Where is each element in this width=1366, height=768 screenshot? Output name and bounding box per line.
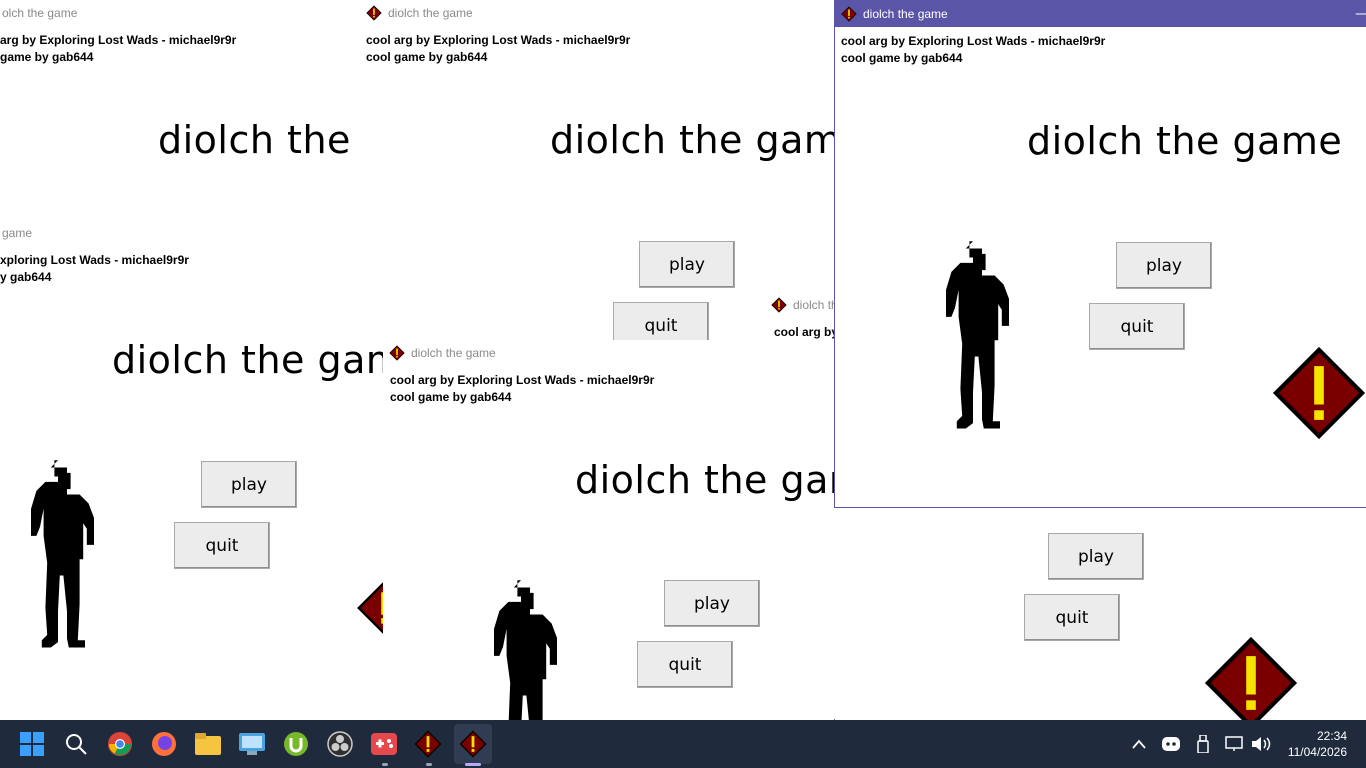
control-panel-icon[interactable]	[236, 728, 268, 760]
diolch-game-icon	[366, 5, 382, 21]
windows-start-icon[interactable]	[16, 728, 48, 760]
game-window-c: game — ◻ ✕ xploring Lost Wads - michael9…	[0, 220, 383, 720]
play-button[interactable]: play	[1048, 533, 1144, 580]
credits-text: cool arg by	[774, 325, 839, 339]
window-title: diolch the game	[388, 6, 473, 20]
game-controller-icon[interactable]	[368, 728, 400, 760]
quit-button[interactable]: quit	[637, 641, 733, 688]
warning-sign-icon	[1203, 635, 1299, 720]
silhouette-figure	[928, 239, 1018, 447]
warning-sign-icon	[1271, 345, 1366, 441]
clock-date[interactable]: 11/04/2026	[1280, 745, 1347, 759]
utorrent-icon[interactable]	[280, 728, 312, 760]
game-heading: diolch the game	[112, 338, 383, 382]
usb-drive-icon[interactable]	[1188, 728, 1218, 760]
firefox-icon[interactable]	[148, 728, 180, 760]
diolch-game-icon[interactable]	[412, 728, 444, 760]
minimize-icon[interactable]: —	[1339, 1, 1366, 27]
game-window-e: diolch the game cool arg by Exploring Lo…	[383, 340, 835, 720]
credits-text: xploring Lost Wads - michael9r9r y gab64…	[0, 253, 189, 284]
running-indicator	[426, 763, 432, 766]
game-heading: diolch the game	[575, 458, 835, 502]
quit-button[interactable]: quit	[1089, 303, 1185, 350]
window-titlebar[interactable]: game	[0, 220, 383, 246]
play-button[interactable]: play	[664, 580, 760, 627]
taskbar: 22:34 11/04/2026	[0, 720, 1366, 768]
quit-button[interactable]: quit	[174, 522, 270, 569]
running-indicator	[465, 763, 481, 766]
game-heading: diolch the game	[1027, 119, 1343, 163]
window-title: diolch the game	[863, 7, 948, 21]
game-window-active: diolch the game — cool arg by Exploring …	[834, 0, 1366, 508]
credits-text: cool arg by Exploring Lost Wads - michae…	[390, 373, 655, 404]
play-button[interactable]: play	[1116, 242, 1212, 289]
quit-button[interactable]: quit	[613, 302, 709, 340]
play-button[interactable]: play	[639, 241, 735, 288]
window-titlebar[interactable]: olch the game	[0, 0, 380, 26]
credits-text: cool arg by Exploring Lost Wads - michae…	[366, 33, 631, 64]
diolch-game-icon	[389, 345, 405, 361]
volume-icon[interactable]	[1246, 728, 1276, 760]
silhouette-figure	[13, 458, 103, 666]
file-explorer-icon[interactable]	[192, 728, 224, 760]
window-titlebar[interactable]: diolch the game	[360, 0, 836, 26]
window-titlebar[interactable]: diolch the game	[383, 340, 835, 366]
play-button[interactable]: play	[201, 461, 297, 508]
quit-button[interactable]: quit	[1024, 594, 1120, 641]
chrome-icon[interactable]	[104, 728, 136, 760]
game-heading: diolch the game	[550, 118, 836, 162]
window-titlebar[interactable]: diolch the game	[835, 1, 1366, 27]
game-window-b: diolch the game cool arg by Exploring Lo…	[360, 0, 836, 340]
game-heading: diolch the g	[158, 118, 380, 162]
clock-time[interactable]: 22:34	[1280, 729, 1347, 743]
diolch-game-icon[interactable]	[457, 728, 489, 760]
warning-sign-icon	[821, 683, 835, 720]
credits-text: arg by Exploring Lost Wads - michael9r9r…	[0, 33, 237, 64]
chevron-up-icon[interactable]	[1124, 728, 1154, 760]
window-title: olch the game	[2, 6, 78, 20]
diolch-game-icon	[841, 6, 857, 22]
window-title: diolch the game	[411, 346, 496, 360]
credits-text: cool arg by Exploring Lost Wads - michae…	[841, 34, 1106, 65]
discord-icon[interactable]	[1156, 728, 1186, 760]
window-title: game	[2, 226, 33, 240]
search-icon[interactable]	[60, 728, 92, 760]
game-window-a: olch the game arg by Exploring Lost Wads…	[0, 0, 380, 220]
silhouette-figure	[476, 578, 566, 720]
window-title: diolch th	[793, 298, 838, 312]
diolch-game-icon	[771, 297, 787, 313]
obs-icon[interactable]	[324, 728, 356, 760]
warning-sign-icon	[356, 580, 383, 636]
running-indicator	[382, 763, 388, 766]
